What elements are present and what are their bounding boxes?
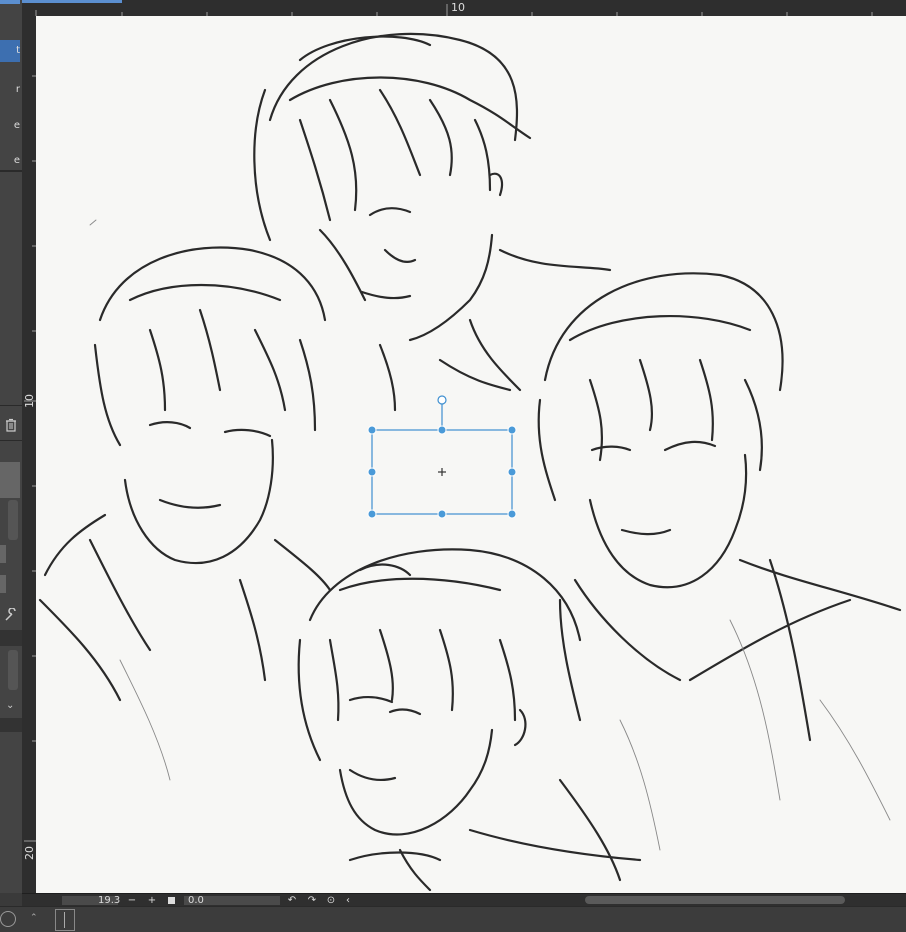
- resize-handle: [507, 467, 517, 477]
- ruler-label: 10: [451, 1, 465, 14]
- panel-control[interactable]: [0, 545, 6, 563]
- trash-icon[interactable]: [4, 418, 18, 432]
- flip-icon[interactable]: [55, 909, 75, 931]
- panel-item-label[interactable]: e: [0, 120, 20, 131]
- horizontal-scrollbar[interactable]: [585, 896, 845, 904]
- resize-handle: [437, 509, 447, 519]
- panel-accent: [0, 0, 20, 4]
- color-swatch[interactable]: [0, 462, 20, 498]
- panel-item-label[interactable]: t: [0, 45, 20, 56]
- resize-handle: [367, 425, 377, 435]
- resize-handle: [367, 509, 377, 519]
- ruler-label: 10: [23, 394, 36, 408]
- chevron-down-icon[interactable]: ⌄: [6, 700, 20, 714]
- bottom-panel: ⌃: [0, 906, 906, 932]
- chevron-up-icon[interactable]: ⌃: [30, 913, 40, 923]
- canvas-status-bar: 19.3 − + 0.0 ↶ ↷ ⊙ ‹: [22, 893, 906, 907]
- wrench-icon[interactable]: [4, 608, 18, 622]
- transform-selection-box[interactable]: [36, 16, 906, 893]
- panel-item-label[interactable]: e: [0, 155, 20, 166]
- drawing-canvas[interactable]: [36, 16, 906, 893]
- left-tool-panel: t r e e ⌄: [0, 0, 23, 893]
- panel-divider: [0, 170, 22, 172]
- bottom-circle-icon[interactable]: [0, 911, 16, 927]
- panel-scrollbar[interactable]: [8, 650, 18, 690]
- resize-handle: [507, 425, 517, 435]
- ruler-label: 20: [23, 846, 36, 860]
- resize-handle: [367, 467, 377, 477]
- resize-handle: [437, 425, 447, 435]
- top-ruler: 10: [22, 0, 906, 17]
- left-ruler: 10 20: [22, 16, 37, 893]
- panel-divider: [0, 440, 22, 441]
- panel-divider: [0, 405, 22, 406]
- panel-scrollbar[interactable]: [8, 500, 18, 540]
- resize-handle: [507, 509, 517, 519]
- panel-control[interactable]: [0, 575, 6, 593]
- fit-view-icon[interactable]: [168, 897, 175, 904]
- panel-section: [0, 630, 22, 646]
- panel-section: [0, 718, 22, 732]
- rotate-handle: [437, 395, 447, 405]
- ruler-ticks: [24, 75, 36, 842]
- panel-item-label[interactable]: r: [0, 84, 20, 95]
